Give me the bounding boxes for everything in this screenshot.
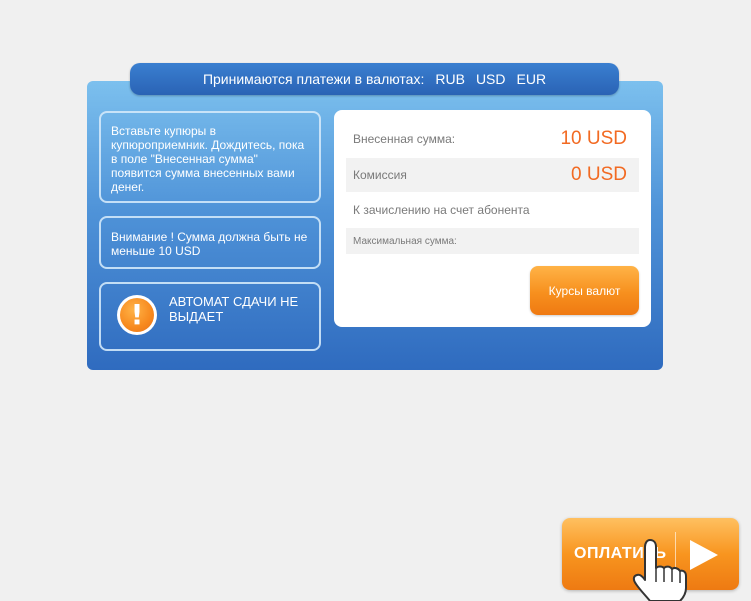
no-change-box: ! АВТОМАТ СДАЧИ НЕ ВЫДАЕТ [99,282,321,351]
exclamation-icon: ! [117,295,157,335]
currency-eur: EUR [516,71,547,87]
currencies-header: Принимаются платежи в валютах: RUB USD E… [130,63,619,95]
commission-row: Комиссия 0 USD [346,158,639,192]
deposited-row: Внесенная сумма: 10 USD [346,122,639,156]
commission-value: 0 USD [571,164,627,185]
currencies-header-label: Принимаются платежи в валютах: [202,71,425,87]
currency-rub: RUB [435,71,465,87]
max-amount-row: Максимальная сумма: [346,228,639,254]
credit-row: К зачислению на счет абонента [346,194,639,226]
summary-card: Внесенная сумма: 10 USD Комиссия 0 USD К… [334,110,651,327]
exchange-rates-button[interactable]: Курсы валют [530,266,639,315]
deposited-value: 10 USD [560,128,627,149]
commission-label: Комиссия [353,168,407,182]
max-amount-label: Максимальная сумма: [353,235,457,247]
instruction-text: Вставьте купюры в купюроприемник. Дождит… [111,124,305,194]
instruction-box: Вставьте купюры в купюроприемник. Дождит… [99,111,321,203]
pointing-hand-icon [632,539,687,601]
minimum-amount-text: Внимание ! Сумма должна быть не меньше 1… [111,230,308,258]
credit-label: К зачислению на счет абонента [353,203,530,217]
currency-usd: USD [475,71,506,87]
deposited-label: Внесенная сумма: [353,132,456,146]
minimum-amount-box: Внимание ! Сумма должна быть не меньше 1… [99,216,321,269]
no-change-text: АВТОМАТ СДАЧИ НЕ ВЫДАЕТ [169,294,299,324]
payment-screen: Принимаются платежи в валютах: RUB USD E… [0,0,751,601]
